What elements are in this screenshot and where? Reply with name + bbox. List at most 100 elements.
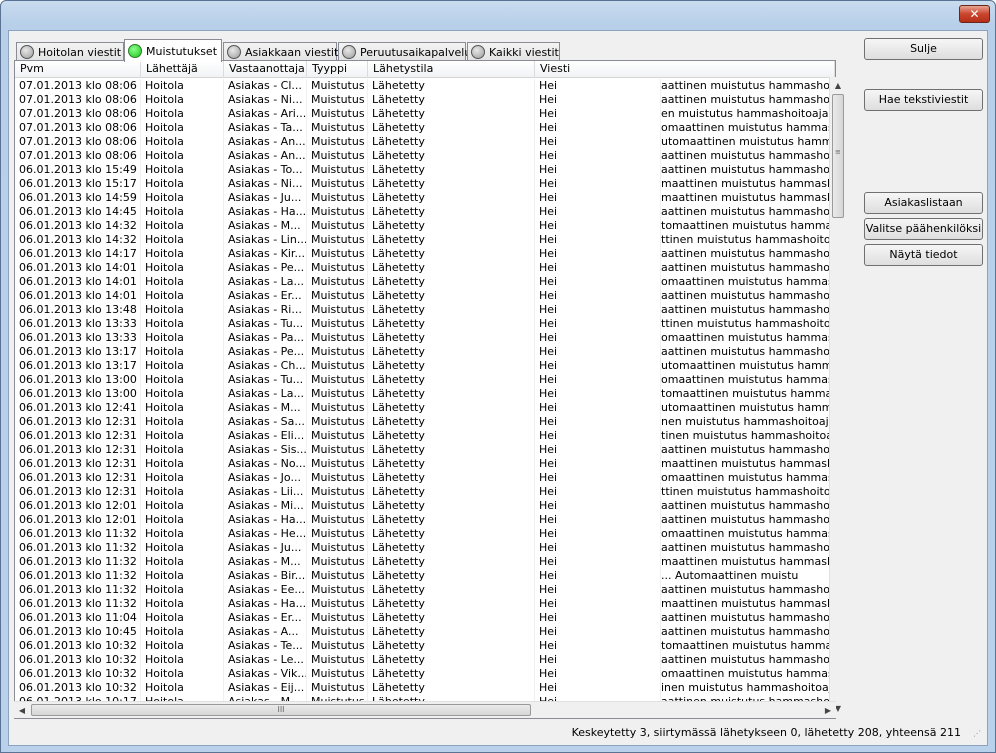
fetch-sms-button[interactable]: Hae tekstiviestit — [864, 89, 983, 111]
table-row[interactable]: 07.01.2013 klo 08:06 Hoitola Asiakas - An.… — [15, 135, 835, 149]
table-row[interactable]: 06.01.2013 klo 11:32 Hoitola Asiakas - Bir… — [15, 569, 835, 583]
table-row[interactable]: 06.01.2013 klo 13:33 Hoitola Asiakas - Pa.… — [15, 331, 835, 345]
table-cell: Asiakas - Kir... — [224, 247, 307, 261]
scroll-right-icon[interactable]: ▶ — [820, 702, 836, 719]
table-row[interactable]: 06.01.2013 klo 13:00 Hoitola Asiakas - Tu.… — [15, 373, 835, 387]
table-cell: Hoitola — [141, 569, 224, 583]
table-cell: Lähetetty — [368, 639, 535, 653]
message-text-cell: aattinen muistutus hammashoitoajast — [661, 289, 835, 303]
table-row[interactable]: 07.01.2013 klo 08:06 Hoitola Asiakas - An.… — [15, 149, 835, 163]
table-row[interactable]: 06.01.2013 klo 11:32 Hoitola Asiakas - Ee.… — [15, 583, 835, 597]
column-header[interactable]: Viesti — [535, 61, 835, 78]
table-row[interactable]: 06.01.2013 klo 14:01 Hoitola Asiakas - La.… — [15, 275, 835, 289]
table-row[interactable]: 06.01.2013 klo 11:32 Hoitola Asiakas - Ha.… — [15, 597, 835, 611]
table-cell: Muistutus — [307, 303, 368, 317]
table-row[interactable]: 06.01.2013 klo 12:31 Hoitola Asiakas - Eli… — [15, 429, 835, 443]
column-header[interactable]: Tyyppi — [307, 61, 368, 78]
close-button[interactable]: Sulje — [864, 38, 983, 60]
table-cell: Muistutus — [307, 667, 368, 681]
table-row[interactable]: 06.01.2013 klo 14:17 Hoitola Asiakas - Kir… — [15, 247, 835, 261]
table-row[interactable]: 06.01.2013 klo 10:32 Hoitola Asiakas - Vik… — [15, 667, 835, 681]
tab-0[interactable]: Hoitolan viestit — [16, 42, 124, 61]
table-row[interactable]: 06.01.2013 klo 12:31 Hoitola Asiakas - Lii… — [15, 485, 835, 499]
table-row[interactable]: 06.01.2013 klo 12:01 Hoitola Asiakas - Mi.… — [15, 499, 835, 513]
tab-label: Peruutusaikapalvelu — [360, 45, 472, 59]
show-details-button[interactable]: Näytä tiedot — [864, 244, 983, 266]
list-rows: 07.01.2013 klo 08:06 Hoitola Asiakas - Cl.… — [15, 79, 835, 701]
table-row[interactable]: 06.01.2013 klo 10:32 Hoitola Asiakas - Te.… — [15, 639, 835, 653]
table-row[interactable]: 06.01.2013 klo 14:32 Hoitola Asiakas - Lin… — [15, 233, 835, 247]
table-cell: Muistutus — [307, 625, 368, 639]
table-cell: 06.01.2013 klo 11:32 — [15, 555, 141, 569]
table-cell: 06.01.2013 klo 15:17 — [15, 177, 141, 191]
table-row[interactable]: 06.01.2013 klo 11:32 Hoitola Asiakas - M..… — [15, 555, 835, 569]
table-row[interactable]: 07.01.2013 klo 08:06 Hoitola Asiakas - Ta.… — [15, 121, 835, 135]
table-cell: Asiakas - Ju... — [224, 191, 307, 205]
horizontal-scrollbar[interactable]: ◀ III ▶ — [14, 701, 836, 718]
table-cell: Asiakas - Ch... — [224, 359, 307, 373]
horizontal-scroll-thumb[interactable]: III — [31, 704, 531, 716]
table-cell: 06.01.2013 klo 12:41 — [15, 401, 141, 415]
table-row[interactable]: 06.01.2013 klo 15:49 Hoitola Asiakas - To.… — [15, 163, 835, 177]
table-row[interactable]: 06.01.2013 klo 12:31 Hoitola Asiakas - Jo.… — [15, 471, 835, 485]
table-cell: Hoitola — [141, 107, 224, 121]
message-greeting-cell: Hei — [535, 667, 661, 681]
table-row[interactable]: 06.01.2013 klo 11:04 Hoitola Asiakas - Er.… — [15, 611, 835, 625]
table-row[interactable]: 06.01.2013 klo 10:32 Hoitola Asiakas - Le.… — [15, 653, 835, 667]
vertical-scrollbar[interactable]: ▲ ≡ ▼ — [829, 77, 846, 717]
vertical-scroll-thumb[interactable]: ≡ — [832, 94, 844, 218]
scroll-left-icon[interactable]: ◀ — [14, 702, 30, 719]
message-text-cell: ttinen muistutus hammashoitoajasta — [661, 317, 835, 331]
column-header[interactable]: Pvm — [15, 61, 141, 78]
table-row[interactable]: 06.01.2013 klo 10:45 Hoitola Asiakas - A..… — [15, 625, 835, 639]
table-row[interactable]: 06.01.2013 klo 12:01 Hoitola Asiakas - Ha.… — [15, 513, 835, 527]
table-row[interactable]: 06.01.2013 klo 14:01 Hoitola Asiakas - Pe.… — [15, 261, 835, 275]
tab-4[interactable]: Kaikki viestit — [467, 42, 560, 61]
table-row[interactable]: 06.01.2013 klo 13:00 Hoitola Asiakas - La.… — [15, 387, 835, 401]
table-cell: Muistutus — [307, 177, 368, 191]
column-header[interactable]: Lähetystila — [368, 61, 535, 78]
table-row[interactable]: 07.01.2013 klo 08:06 Hoitola Asiakas - Cl.… — [15, 79, 835, 93]
table-row[interactable]: 06.01.2013 klo 10:32 Hoitola Asiakas - Eij… — [15, 681, 835, 695]
tab-2[interactable]: Asiakkaan viestit — [223, 42, 338, 61]
status-dot-gray-icon — [20, 45, 34, 59]
table-row[interactable]: 06.01.2013 klo 12:31 Hoitola Asiakas - Sa.… — [15, 415, 835, 429]
table-row[interactable]: 06.01.2013 klo 13:33 Hoitola Asiakas - Tu.… — [15, 317, 835, 331]
table-row[interactable]: 06.01.2013 klo 11:32 Hoitola Asiakas - He.… — [15, 527, 835, 541]
table-cell: Asiakas - Cl... — [224, 79, 307, 93]
resize-grip-icon[interactable]: ⋰ — [973, 730, 985, 743]
table-cell: Lähetetty — [368, 443, 535, 457]
scroll-up-icon[interactable]: ▲ — [830, 77, 846, 94]
table-row[interactable]: 06.01.2013 klo 13:48 Hoitola Asiakas - Ri.… — [15, 303, 835, 317]
table-row[interactable]: 06.01.2013 klo 14:59 Hoitola Asiakas - Ju.… — [15, 191, 835, 205]
tab-1[interactable]: Muistutukset — [124, 39, 222, 62]
message-list[interactable]: Pvm Lähettäjä Vastaanottaja Tyyppi Lähetysti… — [15, 61, 835, 718]
table-cell: Hoitola — [141, 527, 224, 541]
tab-3[interactable]: Peruutusaikapalvelu — [338, 42, 471, 61]
message-greeting-cell: Hei — [535, 583, 661, 597]
table-row[interactable]: 06.01.2013 klo 13:17 Hoitola Asiakas - Ch.… — [15, 359, 835, 373]
table-cell: Lähetetty — [368, 625, 535, 639]
table-cell: Muistutus — [307, 429, 368, 443]
table-row[interactable]: 07.01.2013 klo 08:06 Hoitola Asiakas - Ni.… — [15, 93, 835, 107]
table-row[interactable]: 06.01.2013 klo 12:31 Hoitola Asiakas - Sis… — [15, 443, 835, 457]
column-header[interactable]: Lähettäjä — [141, 61, 224, 78]
table-row[interactable]: 06.01.2013 klo 14:01 Hoitola Asiakas - Er.… — [15, 289, 835, 303]
to-customer-list-button[interactable]: Asiakaslistaan — [864, 192, 983, 214]
select-main-person-button[interactable]: Valitse päähenkilöksi — [864, 218, 983, 240]
column-header[interactable]: Vastaanottaja — [224, 61, 307, 78]
table-row[interactable]: 06.01.2013 klo 13:17 Hoitola Asiakas - Pe.… — [15, 345, 835, 359]
table-row[interactable]: 06.01.2013 klo 15:17 Hoitola Asiakas - Ni.… — [15, 177, 835, 191]
table-cell: Lähetetty — [368, 93, 535, 107]
message-text-cell: aattinen muistutus hammashoitoajas — [661, 611, 835, 625]
table-row[interactable]: 06.01.2013 klo 11:32 Hoitola Asiakas - Ju.… — [15, 541, 835, 555]
table-row[interactable]: 07.01.2013 klo 08:06 Hoitola Asiakas - Ari… — [15, 107, 835, 121]
message-text-cell: en muistutus hammashoitoajasta 08 — [661, 107, 835, 121]
table-cell: 06.01.2013 klo 12:31 — [15, 485, 141, 499]
window-close-button[interactable]: ✕ — [959, 5, 990, 23]
table-row[interactable]: 06.01.2013 klo 12:31 Hoitola Asiakas - No.… — [15, 457, 835, 471]
table-row[interactable]: 06.01.2013 klo 14:32 Hoitola Asiakas - M..… — [15, 219, 835, 233]
table-cell: Muistutus — [307, 583, 368, 597]
table-row[interactable]: 06.01.2013 klo 12:41 Hoitola Asiakas - M..… — [15, 401, 835, 415]
table-row[interactable]: 06.01.2013 klo 14:45 Hoitola Asiakas - Ha.… — [15, 205, 835, 219]
